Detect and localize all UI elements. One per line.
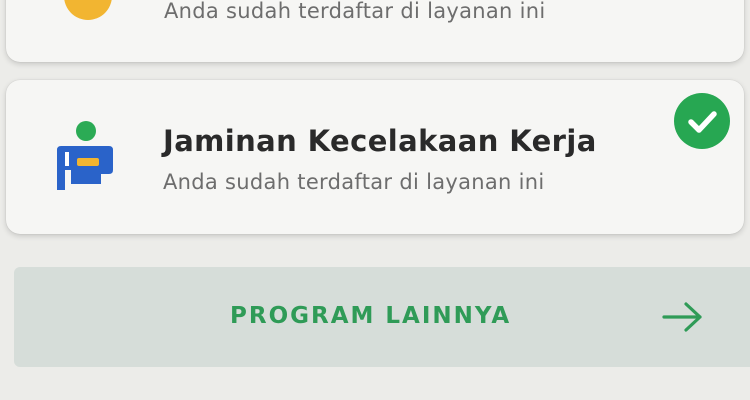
yellow-program-icon	[64, 0, 112, 20]
other-programs-button[interactable]: PROGRAM LAINNYA	[14, 267, 750, 367]
worker-accident-icon	[57, 121, 113, 190]
arrow-right-icon	[662, 302, 702, 332]
program-card-partial[interactable]: Anda sudah terdaftar di layanan ini	[6, 0, 744, 62]
other-programs-label: PROGRAM LAINNYA	[230, 303, 512, 329]
program-status-text: Anda sudah terdaftar di layanan ini	[163, 170, 545, 194]
check-circle-icon	[674, 93, 730, 149]
program-status-text: Anda sudah terdaftar di layanan ini	[164, 0, 546, 23]
program-card-jkk[interactable]: Jaminan Kecelakaan Kerja Anda sudah terd…	[6, 80, 744, 234]
program-title: Jaminan Kecelakaan Kerja	[163, 124, 597, 158]
